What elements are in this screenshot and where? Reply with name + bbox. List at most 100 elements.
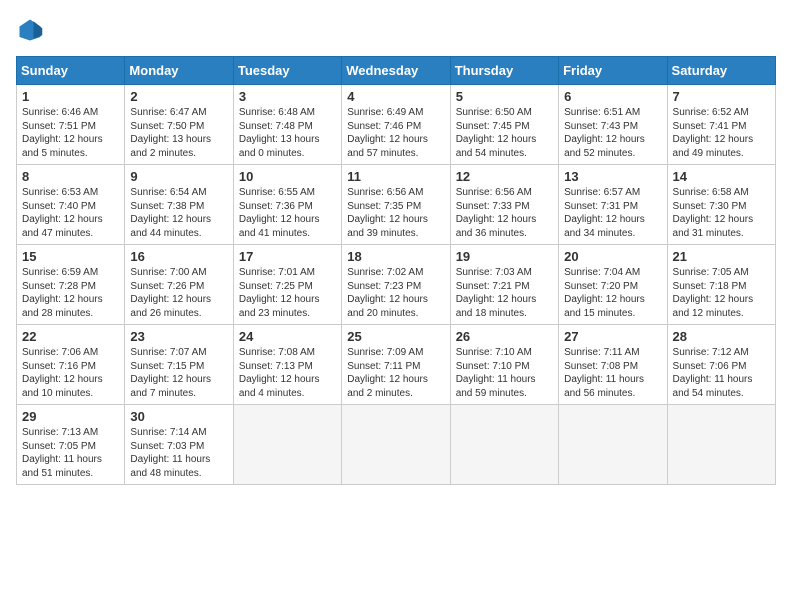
cell-info: Sunrise: 6:54 AMSunset: 7:38 PMDaylight:… bbox=[130, 187, 211, 239]
cell-info: Sunrise: 6:50 AMSunset: 7:45 PMDaylight:… bbox=[456, 107, 537, 159]
day-number: 10 bbox=[239, 169, 336, 184]
calendar-cell bbox=[450, 405, 558, 485]
calendar-cell: 4 Sunrise: 6:49 AMSunset: 7:46 PMDayligh… bbox=[342, 85, 450, 165]
calendar-cell: 8 Sunrise: 6:53 AMSunset: 7:40 PMDayligh… bbox=[17, 165, 125, 245]
day-number: 2 bbox=[130, 89, 227, 104]
calendar-cell: 14 Sunrise: 6:58 AMSunset: 7:30 PMDaylig… bbox=[667, 165, 775, 245]
calendar-week-2: 8 Sunrise: 6:53 AMSunset: 7:40 PMDayligh… bbox=[17, 165, 776, 245]
calendar-cell: 3 Sunrise: 6:48 AMSunset: 7:48 PMDayligh… bbox=[233, 85, 341, 165]
day-number: 5 bbox=[456, 89, 553, 104]
day-number: 27 bbox=[564, 329, 661, 344]
calendar-week-1: 1 Sunrise: 6:46 AMSunset: 7:51 PMDayligh… bbox=[17, 85, 776, 165]
calendar-cell: 7 Sunrise: 6:52 AMSunset: 7:41 PMDayligh… bbox=[667, 85, 775, 165]
calendar-cell: 23 Sunrise: 7:07 AMSunset: 7:15 PMDaylig… bbox=[125, 325, 233, 405]
day-number: 16 bbox=[130, 249, 227, 264]
day-number: 12 bbox=[456, 169, 553, 184]
weekday-header-friday: Friday bbox=[559, 57, 667, 85]
calendar-cell: 25 Sunrise: 7:09 AMSunset: 7:11 PMDaylig… bbox=[342, 325, 450, 405]
calendar-week-3: 15 Sunrise: 6:59 AMSunset: 7:28 PMDaylig… bbox=[17, 245, 776, 325]
cell-info: Sunrise: 6:46 AMSunset: 7:51 PMDaylight:… bbox=[22, 107, 103, 159]
day-number: 30 bbox=[130, 409, 227, 424]
day-number: 8 bbox=[22, 169, 119, 184]
cell-info: Sunrise: 6:56 AMSunset: 7:35 PMDaylight:… bbox=[347, 187, 428, 239]
cell-info: Sunrise: 7:02 AMSunset: 7:23 PMDaylight:… bbox=[347, 267, 428, 319]
weekday-header-saturday: Saturday bbox=[667, 57, 775, 85]
cell-info: Sunrise: 7:12 AMSunset: 7:06 PMDaylight:… bbox=[673, 347, 753, 399]
day-number: 21 bbox=[673, 249, 770, 264]
page-header bbox=[16, 16, 776, 44]
logo-icon bbox=[16, 16, 44, 44]
calendar-cell bbox=[667, 405, 775, 485]
day-number: 28 bbox=[673, 329, 770, 344]
calendar-cell: 18 Sunrise: 7:02 AMSunset: 7:23 PMDaylig… bbox=[342, 245, 450, 325]
cell-info: Sunrise: 6:49 AMSunset: 7:46 PMDaylight:… bbox=[347, 107, 428, 159]
cell-info: Sunrise: 7:07 AMSunset: 7:15 PMDaylight:… bbox=[130, 347, 211, 399]
cell-info: Sunrise: 7:01 AMSunset: 7:25 PMDaylight:… bbox=[239, 267, 320, 319]
calendar-cell: 26 Sunrise: 7:10 AMSunset: 7:10 PMDaylig… bbox=[450, 325, 558, 405]
day-number: 17 bbox=[239, 249, 336, 264]
cell-info: Sunrise: 6:48 AMSunset: 7:48 PMDaylight:… bbox=[239, 107, 320, 159]
day-number: 19 bbox=[456, 249, 553, 264]
calendar-cell: 29 Sunrise: 7:13 AMSunset: 7:05 PMDaylig… bbox=[17, 405, 125, 485]
calendar-cell: 21 Sunrise: 7:05 AMSunset: 7:18 PMDaylig… bbox=[667, 245, 775, 325]
cell-info: Sunrise: 7:09 AMSunset: 7:11 PMDaylight:… bbox=[347, 347, 428, 399]
calendar-week-4: 22 Sunrise: 7:06 AMSunset: 7:16 PMDaylig… bbox=[17, 325, 776, 405]
day-number: 7 bbox=[673, 89, 770, 104]
calendar-cell: 10 Sunrise: 6:55 AMSunset: 7:36 PMDaylig… bbox=[233, 165, 341, 245]
day-number: 25 bbox=[347, 329, 444, 344]
calendar-cell: 27 Sunrise: 7:11 AMSunset: 7:08 PMDaylig… bbox=[559, 325, 667, 405]
day-number: 9 bbox=[130, 169, 227, 184]
calendar-cell bbox=[342, 405, 450, 485]
cell-info: Sunrise: 7:03 AMSunset: 7:21 PMDaylight:… bbox=[456, 267, 537, 319]
day-number: 13 bbox=[564, 169, 661, 184]
cell-info: Sunrise: 7:11 AMSunset: 7:08 PMDaylight:… bbox=[564, 347, 644, 399]
cell-info: Sunrise: 6:52 AMSunset: 7:41 PMDaylight:… bbox=[673, 107, 754, 159]
day-number: 11 bbox=[347, 169, 444, 184]
calendar-cell: 6 Sunrise: 6:51 AMSunset: 7:43 PMDayligh… bbox=[559, 85, 667, 165]
cell-info: Sunrise: 7:13 AMSunset: 7:05 PMDaylight:… bbox=[22, 427, 102, 479]
calendar-cell: 1 Sunrise: 6:46 AMSunset: 7:51 PMDayligh… bbox=[17, 85, 125, 165]
weekday-header-row: SundayMondayTuesdayWednesdayThursdayFrid… bbox=[17, 57, 776, 85]
calendar-cell: 12 Sunrise: 6:56 AMSunset: 7:33 PMDaylig… bbox=[450, 165, 558, 245]
calendar-cell: 17 Sunrise: 7:01 AMSunset: 7:25 PMDaylig… bbox=[233, 245, 341, 325]
day-number: 24 bbox=[239, 329, 336, 344]
cell-info: Sunrise: 6:59 AMSunset: 7:28 PMDaylight:… bbox=[22, 267, 103, 319]
cell-info: Sunrise: 6:57 AMSunset: 7:31 PMDaylight:… bbox=[564, 187, 645, 239]
calendar-cell: 16 Sunrise: 7:00 AMSunset: 7:26 PMDaylig… bbox=[125, 245, 233, 325]
cell-info: Sunrise: 7:08 AMSunset: 7:13 PMDaylight:… bbox=[239, 347, 320, 399]
weekday-header-sunday: Sunday bbox=[17, 57, 125, 85]
cell-info: Sunrise: 6:51 AMSunset: 7:43 PMDaylight:… bbox=[564, 107, 645, 159]
weekday-header-monday: Monday bbox=[125, 57, 233, 85]
day-number: 3 bbox=[239, 89, 336, 104]
day-number: 6 bbox=[564, 89, 661, 104]
cell-info: Sunrise: 7:04 AMSunset: 7:20 PMDaylight:… bbox=[564, 267, 645, 319]
calendar-cell: 9 Sunrise: 6:54 AMSunset: 7:38 PMDayligh… bbox=[125, 165, 233, 245]
cell-info: Sunrise: 7:10 AMSunset: 7:10 PMDaylight:… bbox=[456, 347, 536, 399]
day-number: 1 bbox=[22, 89, 119, 104]
calendar-cell: 11 Sunrise: 6:56 AMSunset: 7:35 PMDaylig… bbox=[342, 165, 450, 245]
calendar-cell: 13 Sunrise: 6:57 AMSunset: 7:31 PMDaylig… bbox=[559, 165, 667, 245]
calendar-cell: 5 Sunrise: 6:50 AMSunset: 7:45 PMDayligh… bbox=[450, 85, 558, 165]
cell-info: Sunrise: 6:47 AMSunset: 7:50 PMDaylight:… bbox=[130, 107, 211, 159]
day-number: 22 bbox=[22, 329, 119, 344]
day-number: 14 bbox=[673, 169, 770, 184]
calendar-cell: 30 Sunrise: 7:14 AMSunset: 7:03 PMDaylig… bbox=[125, 405, 233, 485]
calendar-cell bbox=[233, 405, 341, 485]
calendar-cell: 28 Sunrise: 7:12 AMSunset: 7:06 PMDaylig… bbox=[667, 325, 775, 405]
calendar-cell bbox=[559, 405, 667, 485]
day-number: 26 bbox=[456, 329, 553, 344]
calendar-cell: 20 Sunrise: 7:04 AMSunset: 7:20 PMDaylig… bbox=[559, 245, 667, 325]
calendar-cell: 19 Sunrise: 7:03 AMSunset: 7:21 PMDaylig… bbox=[450, 245, 558, 325]
day-number: 4 bbox=[347, 89, 444, 104]
day-number: 29 bbox=[22, 409, 119, 424]
day-number: 18 bbox=[347, 249, 444, 264]
calendar-cell: 2 Sunrise: 6:47 AMSunset: 7:50 PMDayligh… bbox=[125, 85, 233, 165]
weekday-header-tuesday: Tuesday bbox=[233, 57, 341, 85]
day-number: 20 bbox=[564, 249, 661, 264]
logo bbox=[16, 16, 48, 44]
cell-info: Sunrise: 6:55 AMSunset: 7:36 PMDaylight:… bbox=[239, 187, 320, 239]
weekday-header-thursday: Thursday bbox=[450, 57, 558, 85]
cell-info: Sunrise: 7:06 AMSunset: 7:16 PMDaylight:… bbox=[22, 347, 103, 399]
calendar-table: SundayMondayTuesdayWednesdayThursdayFrid… bbox=[16, 56, 776, 485]
cell-info: Sunrise: 6:56 AMSunset: 7:33 PMDaylight:… bbox=[456, 187, 537, 239]
